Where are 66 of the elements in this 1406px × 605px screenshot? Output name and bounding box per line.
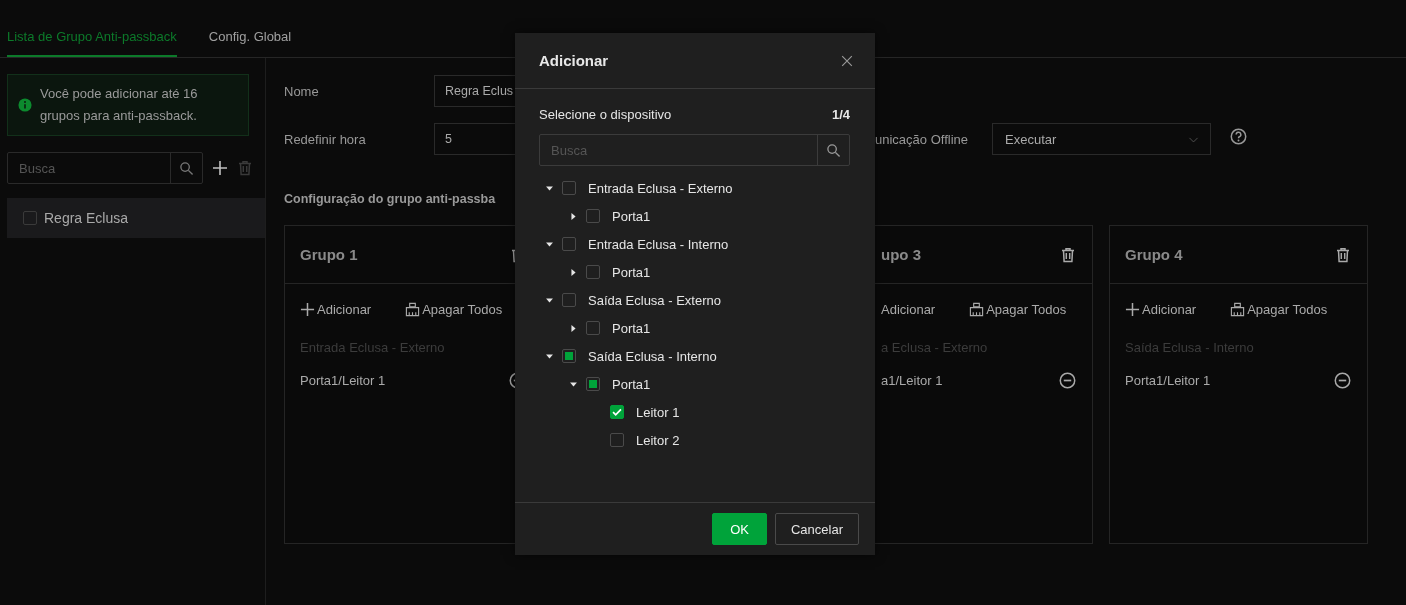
remove-icon[interactable] bbox=[1334, 372, 1351, 389]
tree-item[interactable]: Porta1 bbox=[544, 258, 850, 286]
checkbox[interactable] bbox=[562, 349, 576, 363]
help-icon[interactable] bbox=[1230, 127, 1247, 145]
add-button[interactable]: Adicionar bbox=[300, 301, 372, 317]
caret-right-icon[interactable] bbox=[568, 266, 579, 278]
tree-item[interactable]: Leitor 2 bbox=[544, 426, 850, 454]
caret-right-icon[interactable] bbox=[568, 210, 579, 222]
selection-count: 1/4 bbox=[831, 106, 850, 122]
checkbox[interactable] bbox=[586, 321, 600, 335]
reader-label: Porta1/Leitor 1 bbox=[1125, 373, 1211, 388]
eraser-icon bbox=[405, 301, 421, 317]
reader-label: Porta1/Leitor 1 bbox=[300, 373, 386, 388]
tree-item[interactable]: Porta1 bbox=[544, 370, 850, 398]
caret-right-icon[interactable] bbox=[568, 322, 579, 334]
dialog-title: Adicionar bbox=[539, 52, 609, 69]
search-icon[interactable] bbox=[826, 142, 841, 158]
search-input[interactable]: Busca bbox=[8, 153, 170, 183]
info-icon bbox=[18, 98, 32, 112]
tab[interactable]: Lista de Grupo Anti-passback bbox=[7, 0, 177, 57]
tree-item[interactable]: Porta1 bbox=[544, 314, 850, 342]
tree-item[interactable]: Entrada Eclusa - Interno bbox=[544, 230, 850, 258]
plus-icon bbox=[300, 301, 315, 317]
field-label: Nome bbox=[284, 83, 320, 99]
checkbox[interactable] bbox=[562, 181, 576, 195]
offline-dropdown[interactable]: Executar bbox=[992, 123, 1211, 155]
dialog-subtitle: Selecione o dispositivo bbox=[539, 106, 672, 122]
trash-icon[interactable] bbox=[1335, 246, 1351, 263]
trash-icon[interactable] bbox=[1060, 246, 1076, 263]
tree-item[interactable]: Saída Eclusa - Externo bbox=[544, 286, 850, 314]
notice-text: Você pode adicionar até 16 grupos para anti-passback. bbox=[40, 85, 199, 125]
remove-icon[interactable] bbox=[1059, 372, 1076, 389]
tree-item[interactable]: Leitor 1 bbox=[544, 398, 850, 426]
add-button[interactable]: Adicionar bbox=[1125, 301, 1197, 317]
checkbox[interactable] bbox=[562, 237, 576, 251]
cancel-button[interactable]: Cancelar bbox=[774, 513, 859, 545]
clear-all-button[interactable]: Apagar Todos bbox=[969, 301, 1067, 317]
section-title: Configuração do grupo anti-passba bbox=[284, 192, 497, 206]
checkbox[interactable] bbox=[586, 265, 600, 279]
checkbox[interactable] bbox=[610, 405, 624, 419]
tree-item[interactable]: Entrada Eclusa - Externo bbox=[544, 174, 850, 202]
field-label: unicação Offline bbox=[875, 131, 969, 147]
add-icon[interactable] bbox=[212, 160, 228, 176]
clear-all-button[interactable]: Apagar Todos bbox=[1230, 301, 1328, 317]
plus-icon bbox=[1125, 301, 1140, 317]
tree-item[interactable]: Porta1 bbox=[544, 202, 850, 230]
search-icon[interactable] bbox=[179, 160, 194, 176]
checkbox[interactable] bbox=[23, 211, 37, 225]
reader-label: a1/Leitor 1 bbox=[881, 373, 943, 388]
tree-item[interactable]: Saída Eclusa - Interno bbox=[544, 342, 850, 370]
add-button[interactable]: Adicionar bbox=[881, 301, 936, 317]
close-icon[interactable] bbox=[840, 53, 854, 68]
field-label: Redefinir hora bbox=[284, 131, 367, 147]
eraser-icon bbox=[1230, 301, 1246, 317]
tab[interactable]: Config. Global bbox=[208, 0, 292, 57]
checkbox[interactable] bbox=[586, 377, 600, 391]
group-title: Grupo 4 bbox=[1125, 246, 1183, 263]
eraser-icon bbox=[969, 301, 985, 317]
group-title: upo 3 bbox=[881, 246, 921, 263]
checkbox[interactable] bbox=[586, 209, 600, 223]
clear-all-button[interactable]: Apagar Todos bbox=[405, 301, 503, 317]
group-title: Grupo 1 bbox=[300, 246, 358, 263]
checkbox[interactable] bbox=[610, 433, 624, 447]
search-field[interactable]: Busca bbox=[7, 152, 203, 184]
list-item[interactable]: Regra Eclusa bbox=[7, 198, 265, 238]
checkbox[interactable] bbox=[562, 293, 576, 307]
